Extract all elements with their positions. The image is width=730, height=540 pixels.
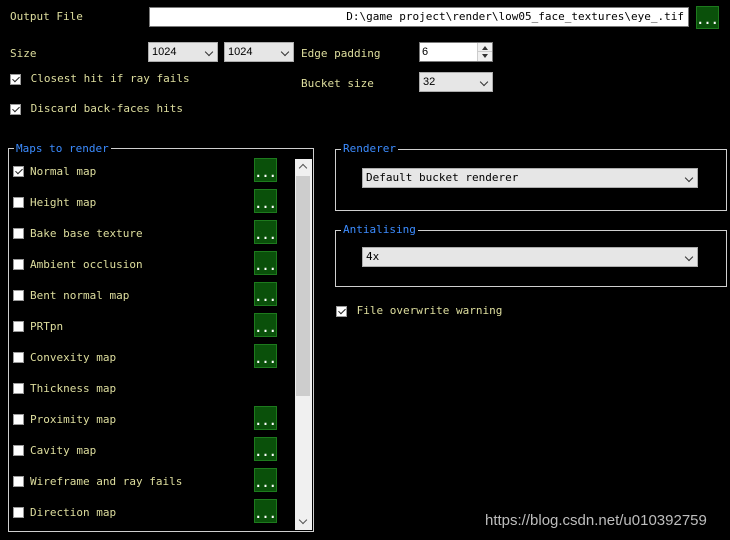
map-item-options-button[interactable]: ... [254,220,277,244]
map-item[interactable]: Convexity map... [13,344,283,375]
closest-hit-option[interactable]: Closest hit if ray fails [10,72,190,86]
spin-down-icon[interactable] [482,54,488,58]
chevron-down-icon [684,173,694,183]
map-item-label: Height map [30,196,97,209]
map-item-options-button[interactable]: ... [254,406,277,430]
map-item-label: Convexity map [30,351,117,364]
map-item-label: PRTpn [30,320,64,333]
edge-padding-spinner[interactable] [477,43,492,61]
map-item-options-button[interactable]: ... [254,468,277,492]
file-overwrite-warning-label: File overwrite warning [356,304,503,317]
map-item-checkbox[interactable] [13,445,24,456]
edge-padding-value: 6 [422,46,429,58]
map-item-options-button[interactable]: ... [254,189,277,213]
map-item[interactable]: Wireframe and ray fails... [13,468,283,499]
output-file-input[interactable]: D:\game project\render\low05_face_textur… [149,7,689,27]
output-file-browse-button[interactable]: ... [696,6,719,29]
renderer-group-title: Renderer [341,142,398,155]
spinner-divider [478,51,492,52]
map-item-label: Ambient occlusion [30,258,143,271]
map-item-label: Direction map [30,506,117,519]
antialiasing-group: 4x [335,230,727,287]
spin-up-icon[interactable] [482,46,488,50]
chevron-down-icon [280,47,290,57]
map-item-checkbox[interactable] [13,228,24,239]
map-item[interactable]: Bake base texture... [13,220,283,251]
map-item[interactable]: Proximity map... [13,406,283,437]
map-item-options-button[interactable]: ... [254,282,277,306]
map-item-checkbox[interactable] [13,259,24,270]
file-overwrite-warning-option[interactable]: File overwrite warning [336,304,502,318]
map-item-options-button[interactable]: ... [254,158,277,182]
map-item-label: Thickness map [30,382,117,395]
map-item-options-button[interactable]: ... [254,499,277,523]
edge-padding-label: Edge padding [301,47,381,60]
map-item[interactable]: Thickness map [13,375,283,406]
maps-group-title: Maps to render [14,142,111,155]
map-item-label: Bake base texture [30,227,143,240]
map-item-label: Wireframe and ray fails [30,475,183,488]
antialiasing-group-title: Antialising [341,223,418,236]
map-item-checkbox[interactable] [13,476,24,487]
closest-hit-checkbox[interactable] [10,73,21,85]
map-item-options-button[interactable]: ... [254,344,277,368]
chevron-down-icon [479,77,489,87]
bucket-size-value: 32 [423,76,436,88]
map-item[interactable]: Cavity map... [13,437,283,468]
scroll-up-icon[interactable] [298,163,308,173]
watermark-text: https://blog.csdn.net/u010392759 [485,512,707,529]
map-item-checkbox[interactable] [13,414,24,425]
map-item-options-button[interactable]: ... [254,251,277,275]
chevron-down-icon [204,47,214,57]
antialiasing-value: 4x [366,250,380,263]
map-item[interactable]: Bent normal map... [13,282,283,313]
antialiasing-select[interactable]: 4x [362,247,698,267]
maps-to-render-group: Normal map... Height map... Bake base text… [8,148,314,532]
map-item-label: Cavity map [30,444,97,457]
map-item[interactable]: Direction map... [13,499,283,530]
bucket-size-select[interactable]: 32 [419,72,493,92]
map-item[interactable]: Height map... [13,189,283,220]
map-item-options-button[interactable]: ... [254,437,277,461]
maps-list: Normal map... Height map... Bake base text… [9,158,294,530]
size-width-value: 1024 [152,46,177,58]
map-item-checkbox[interactable] [13,197,24,208]
map-item[interactable]: Normal map... [13,158,283,189]
renderer-group: Default bucket renderer [335,149,727,211]
map-item-label: Proximity map [30,413,117,426]
map-item[interactable]: Ambient occlusion... [13,251,283,282]
discard-back-faces-checkbox[interactable] [10,103,21,115]
map-item-checkbox[interactable] [13,290,24,301]
closest-hit-label: Closest hit if ray fails [30,72,190,85]
discard-back-faces-option[interactable]: Discard back-faces hits [10,102,183,116]
bucket-size-label: Bucket size [301,77,374,90]
map-item-label: Bent normal map [30,289,130,302]
map-item-checkbox[interactable] [13,321,24,332]
scrollbar-thumb[interactable] [296,176,310,396]
map-item-checkbox[interactable] [13,383,24,394]
size-height-select[interactable]: 1024 [224,42,294,62]
renderer-value: Default bucket renderer [366,171,519,184]
renderer-select[interactable]: Default bucket renderer [362,168,698,188]
map-item-label: Normal map [30,165,97,178]
map-item[interactable]: PRTpn... [13,313,283,344]
output-file-label: Output File [10,10,83,23]
scroll-down-icon[interactable] [298,515,308,525]
size-label: Size [10,47,37,60]
file-overwrite-warning-checkbox[interactable] [336,305,347,317]
map-item-checkbox[interactable] [13,507,24,518]
size-width-select[interactable]: 1024 [148,42,218,62]
map-item-checkbox[interactable] [13,166,24,177]
chevron-down-icon [684,252,694,262]
maps-scrollbar[interactable] [295,159,312,530]
discard-back-faces-label: Discard back-faces hits [30,102,183,115]
size-height-value: 1024 [228,46,253,58]
map-item-options-button[interactable]: ... [254,313,277,337]
map-item-checkbox[interactable] [13,352,24,363]
